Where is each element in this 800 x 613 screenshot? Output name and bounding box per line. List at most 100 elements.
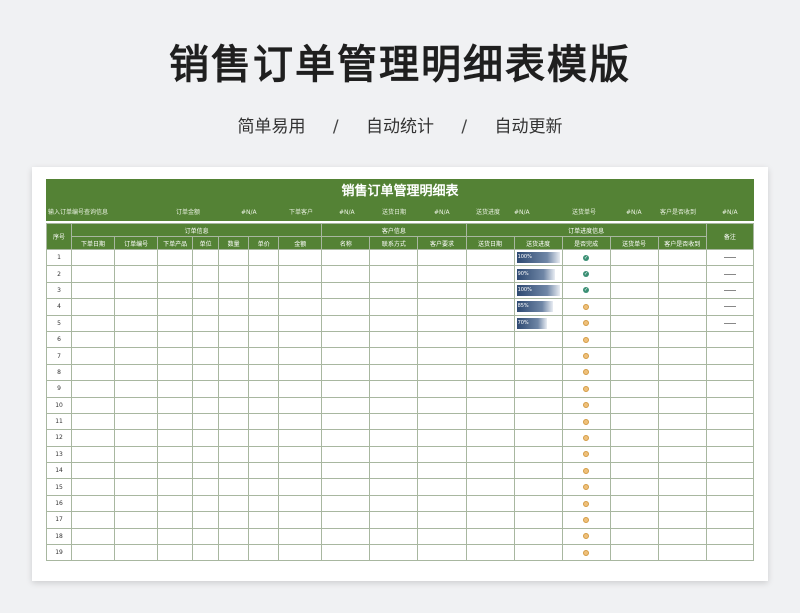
cell[interactable] <box>114 511 159 529</box>
cell[interactable] <box>417 478 467 496</box>
cell[interactable] <box>114 248 159 267</box>
cell[interactable] <box>657 429 707 447</box>
completion-cell[interactable] <box>561 494 611 513</box>
cell[interactable] <box>705 412 755 431</box>
cell[interactable] <box>417 429 467 447</box>
cell[interactable] <box>218 347 250 365</box>
cell[interactable] <box>369 314 419 332</box>
cell[interactable] <box>465 330 515 349</box>
cell[interactable] <box>417 511 467 529</box>
cell[interactable] <box>157 478 194 496</box>
cell[interactable] <box>465 494 515 513</box>
cell[interactable] <box>465 314 515 332</box>
cell[interactable] <box>657 281 707 300</box>
completion-cell[interactable]: ✓ <box>561 248 611 267</box>
cell[interactable] <box>657 462 707 480</box>
completion-cell[interactable] <box>561 429 611 447</box>
note-cell[interactable] <box>705 298 755 316</box>
cell[interactable] <box>705 494 755 513</box>
cell[interactable] <box>278 412 323 431</box>
cell[interactable] <box>321 478 371 496</box>
cell[interactable] <box>465 527 515 546</box>
cell[interactable] <box>192 380 220 398</box>
cell[interactable] <box>321 494 371 513</box>
cell[interactable] <box>114 462 159 480</box>
cell[interactable] <box>192 412 220 431</box>
cell[interactable] <box>657 412 707 431</box>
cell[interactable] <box>417 544 467 562</box>
cell[interactable] <box>657 494 707 513</box>
cell[interactable] <box>513 544 563 562</box>
cell[interactable] <box>218 265 250 283</box>
cell[interactable] <box>465 363 515 382</box>
completion-cell[interactable] <box>561 478 611 496</box>
cell[interactable] <box>417 380 467 398</box>
cell[interactable] <box>417 527 467 546</box>
cell[interactable] <box>705 511 755 529</box>
cell[interactable] <box>248 298 280 316</box>
cell[interactable] <box>609 396 659 414</box>
cell[interactable] <box>417 412 467 431</box>
cell[interactable] <box>114 298 159 316</box>
cell[interactable] <box>218 396 250 414</box>
cell[interactable] <box>218 298 250 316</box>
cell[interactable] <box>321 462 371 480</box>
cell[interactable] <box>192 298 220 316</box>
cell[interactable] <box>657 380 707 398</box>
cell[interactable] <box>417 363 467 382</box>
note-cell[interactable] <box>705 265 755 283</box>
cell[interactable] <box>192 494 220 513</box>
cell[interactable] <box>157 363 194 382</box>
cell[interactable] <box>465 462 515 480</box>
cell[interactable] <box>705 396 755 414</box>
cell[interactable] <box>465 298 515 316</box>
cell[interactable] <box>321 314 371 332</box>
cell[interactable] <box>657 248 707 267</box>
completion-cell[interactable] <box>561 396 611 414</box>
cell[interactable] <box>218 314 250 332</box>
cell[interactable] <box>657 396 707 414</box>
cell[interactable] <box>192 462 220 480</box>
cell[interactable] <box>369 478 419 496</box>
cell[interactable] <box>157 298 194 316</box>
cell[interactable] <box>157 511 194 529</box>
cell[interactable] <box>114 396 159 414</box>
cell[interactable] <box>278 544 323 562</box>
cell[interactable] <box>114 478 159 496</box>
cell[interactable] <box>705 527 755 546</box>
cell[interactable] <box>248 544 280 562</box>
cell[interactable] <box>513 429 563 447</box>
cell[interactable] <box>705 478 755 496</box>
cell[interactable] <box>465 429 515 447</box>
cell[interactable] <box>157 314 194 332</box>
cell[interactable] <box>157 396 194 414</box>
cell[interactable] <box>465 412 515 431</box>
cell[interactable] <box>657 478 707 496</box>
cell[interactable] <box>513 445 563 464</box>
completion-cell[interactable]: ✓ <box>561 281 611 300</box>
cell[interactable] <box>513 494 563 513</box>
completion-cell[interactable] <box>561 544 611 562</box>
cell[interactable] <box>192 363 220 382</box>
cell[interactable] <box>465 265 515 283</box>
cell[interactable] <box>192 396 220 414</box>
cell[interactable] <box>192 281 220 300</box>
cell[interactable] <box>71 330 116 349</box>
cell[interactable] <box>114 347 159 365</box>
cell[interactable] <box>71 511 116 529</box>
cell[interactable] <box>513 330 563 349</box>
cell[interactable] <box>248 396 280 414</box>
cell[interactable] <box>71 363 116 382</box>
cell[interactable] <box>369 396 419 414</box>
cell[interactable] <box>71 429 116 447</box>
cell[interactable] <box>218 412 250 431</box>
progress-cell[interactable]: 85% <box>513 298 563 316</box>
cell[interactable] <box>278 511 323 529</box>
cell[interactable] <box>657 511 707 529</box>
cell[interactable] <box>609 494 659 513</box>
cell[interactable] <box>248 429 280 447</box>
cell[interactable] <box>321 347 371 365</box>
cell[interactable] <box>369 347 419 365</box>
cell[interactable] <box>192 478 220 496</box>
cell[interactable] <box>114 380 159 398</box>
